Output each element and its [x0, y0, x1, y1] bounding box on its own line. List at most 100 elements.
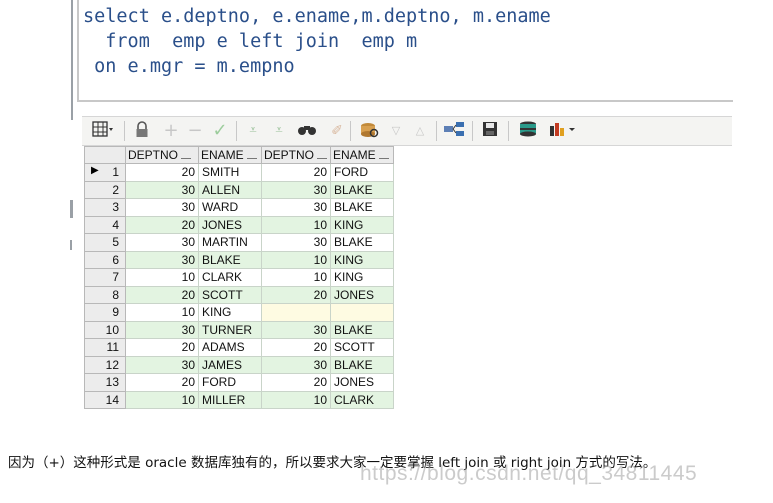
- cell-deptno[interactable]: 30: [125, 180, 199, 199]
- table-row[interactable]: 10 30 TURNER 30 BLAKE: [84, 320, 394, 339]
- cell-mgr-ename[interactable]: BLAKE: [330, 180, 394, 199]
- cell-mgr-ename[interactable]: BLAKE: [330, 355, 394, 374]
- post-icon[interactable]: ✓: [210, 121, 230, 141]
- save-icon[interactable]: [480, 121, 500, 141]
- cell-mgr-deptno[interactable]: 20: [261, 285, 331, 304]
- cell-ename[interactable]: BLAKE: [198, 250, 262, 269]
- table-row[interactable]: 14 10 MILLER 10 CLARK: [84, 390, 394, 409]
- cell-deptno[interactable]: 20: [125, 215, 199, 234]
- cell-deptno[interactable]: 20: [125, 163, 199, 182]
- table-row[interactable]: 6 30 BLAKE 10 KING: [84, 250, 394, 269]
- cell-ename[interactable]: FORD: [198, 373, 262, 392]
- cell-deptno[interactable]: 30: [125, 355, 199, 374]
- cell-mgr-deptno[interactable]: 10: [261, 390, 331, 409]
- row-number[interactable]: 2: [84, 180, 126, 199]
- table-row[interactable]: 12 30 JAMES 30 BLAKE: [84, 355, 394, 374]
- prev-up-icon[interactable]: △: [412, 121, 428, 141]
- cell-ename[interactable]: JONES: [198, 215, 262, 234]
- cell-mgr-deptno[interactable]: 20: [261, 373, 331, 392]
- cell-mgr-deptno[interactable]: [261, 303, 331, 322]
- cell-mgr-ename[interactable]: JONES: [330, 285, 394, 304]
- sort-caret-icon[interactable]: [246, 152, 257, 160]
- row-number[interactable]: 7: [84, 268, 126, 287]
- query-icon[interactable]: [358, 121, 380, 141]
- row-number[interactable]: 10: [84, 320, 126, 339]
- cell-ename[interactable]: WARD: [198, 198, 262, 217]
- cell-deptno[interactable]: 20: [125, 373, 199, 392]
- column-header-deptno[interactable]: DEPTNO: [125, 146, 199, 164]
- chart-icon[interactable]: [548, 121, 578, 141]
- grid-icon[interactable]: [88, 121, 118, 141]
- cell-deptno[interactable]: 10: [125, 268, 199, 287]
- sort-caret-icon[interactable]: [181, 152, 192, 160]
- cell-mgr-ename[interactable]: BLAKE: [330, 233, 394, 252]
- row-number[interactable]: 8: [84, 285, 126, 304]
- cell-mgr-deptno[interactable]: 30: [261, 233, 331, 252]
- cell-mgr-deptno[interactable]: 10: [261, 215, 331, 234]
- column-header-mgr-ename[interactable]: ENAME: [330, 146, 394, 164]
- table-row[interactable]: 1 ▶ 20 SMITH 20 FORD: [84, 163, 394, 182]
- cell-ename[interactable]: JAMES: [198, 355, 262, 374]
- table-row[interactable]: 8 20 SCOTT 20 JONES: [84, 285, 394, 304]
- cell-mgr-deptno[interactable]: 30: [261, 355, 331, 374]
- cell-mgr-deptno[interactable]: 10: [261, 268, 331, 287]
- table-row[interactable]: 7 10 CLARK 10 KING: [84, 268, 394, 287]
- sql-editor[interactable]: select e.deptno, e.ename,m.deptno, m.ena…: [77, 0, 733, 102]
- cell-ename[interactable]: MILLER: [198, 390, 262, 409]
- cell-mgr-ename[interactable]: JONES: [330, 373, 394, 392]
- cell-mgr-ename[interactable]: CLARK: [330, 390, 394, 409]
- sort-caret-icon[interactable]: [317, 152, 328, 160]
- table-row[interactable]: 5 30 MARTIN 30 BLAKE: [84, 233, 394, 252]
- cell-deptno[interactable]: 30: [125, 233, 199, 252]
- cell-mgr-ename[interactable]: FORD: [330, 163, 394, 182]
- row-number[interactable]: 1 ▶: [84, 163, 126, 182]
- row-number[interactable]: 9: [84, 303, 126, 322]
- table-row[interactable]: 3 30 WARD 30 BLAKE: [84, 198, 394, 217]
- cell-deptno[interactable]: 10: [125, 390, 199, 409]
- cell-mgr-ename[interactable]: [330, 303, 394, 322]
- column-header-ename[interactable]: ENAME: [198, 146, 262, 164]
- export-icon[interactable]: [518, 121, 540, 141]
- table-row[interactable]: 11 20 ADAMS 20 SCOTT: [84, 338, 394, 357]
- filter-down2-icon[interactable]: ⩡: [270, 121, 288, 141]
- cell-mgr-deptno[interactable]: 10: [261, 250, 331, 269]
- cell-mgr-ename[interactable]: SCOTT: [330, 338, 394, 357]
- cell-deptno[interactable]: 30: [125, 320, 199, 339]
- row-number[interactable]: 3: [84, 198, 126, 217]
- cell-mgr-ename[interactable]: KING: [330, 215, 394, 234]
- row-number[interactable]: 6: [84, 250, 126, 269]
- row-number[interactable]: 13: [84, 373, 126, 392]
- table-row[interactable]: 4 20 JONES 10 KING: [84, 215, 394, 234]
- cell-mgr-ename[interactable]: KING: [330, 268, 394, 287]
- find-icon[interactable]: [296, 121, 318, 141]
- cell-mgr-ename[interactable]: KING: [330, 250, 394, 269]
- table-row[interactable]: 2 30 ALLEN 30 BLAKE: [84, 180, 394, 199]
- add-icon[interactable]: +: [162, 121, 180, 141]
- cell-mgr-deptno[interactable]: 30: [261, 198, 331, 217]
- cell-ename[interactable]: MARTIN: [198, 233, 262, 252]
- cell-ename[interactable]: SCOTT: [198, 285, 262, 304]
- table-row[interactable]: 9 10 KING: [84, 303, 394, 322]
- cell-mgr-deptno[interactable]: 30: [261, 320, 331, 339]
- lock-icon[interactable]: [132, 121, 152, 141]
- next-down-icon[interactable]: ▽: [388, 121, 404, 141]
- cell-mgr-deptno[interactable]: 20: [261, 338, 331, 357]
- table-row[interactable]: 13 20 FORD 20 JONES: [84, 373, 394, 392]
- row-number[interactable]: 12: [84, 355, 126, 374]
- cell-ename[interactable]: ADAMS: [198, 338, 262, 357]
- remove-icon[interactable]: −: [186, 121, 204, 141]
- clear-icon[interactable]: ✐: [328, 121, 346, 141]
- cell-deptno[interactable]: 20: [125, 338, 199, 357]
- sort-caret-icon[interactable]: [378, 152, 389, 160]
- row-number[interactable]: 14: [84, 390, 126, 409]
- row-number[interactable]: 5: [84, 233, 126, 252]
- cell-ename[interactable]: ALLEN: [198, 180, 262, 199]
- cell-ename[interactable]: CLARK: [198, 268, 262, 287]
- cell-mgr-deptno[interactable]: 30: [261, 180, 331, 199]
- cell-deptno[interactable]: 30: [125, 250, 199, 269]
- column-header-mgr-deptno[interactable]: DEPTNO: [261, 146, 331, 164]
- cell-deptno[interactable]: 30: [125, 198, 199, 217]
- cell-deptno[interactable]: 20: [125, 285, 199, 304]
- cell-ename[interactable]: SMITH: [198, 163, 262, 182]
- cell-ename[interactable]: TURNER: [198, 320, 262, 339]
